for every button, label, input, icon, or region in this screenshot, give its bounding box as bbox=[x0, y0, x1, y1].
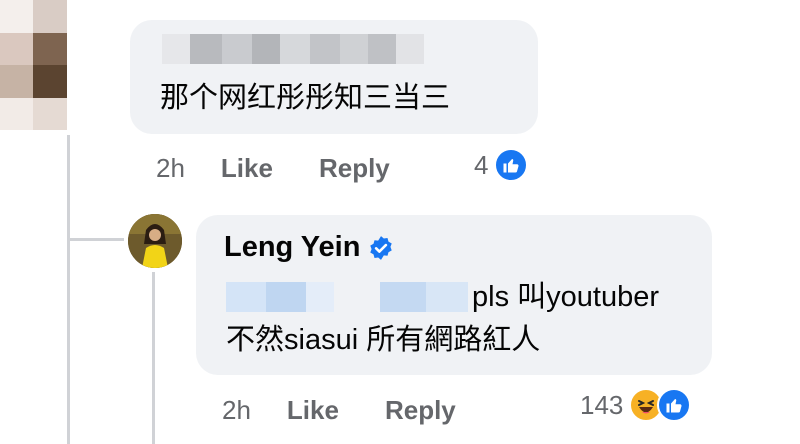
reply-thread-line bbox=[152, 272, 155, 444]
reply-bubble: Leng Yein pls 叫youtuber 不然siasui 所有網路紅人 bbox=[196, 215, 712, 375]
commenter-avatar[interactable] bbox=[0, 0, 100, 130]
reply-connector-line bbox=[70, 238, 124, 241]
redacted-mention[interactable] bbox=[226, 282, 468, 312]
comment-reactions[interactable]: 4 bbox=[474, 148, 529, 182]
reply-reactions[interactable]: 143 bbox=[580, 388, 692, 422]
comment-actions: 2h Like Reply bbox=[156, 150, 390, 186]
like-icon bbox=[657, 388, 692, 422]
reply-text: pls 叫youtuber bbox=[472, 281, 659, 313]
reply-author-name[interactable]: Leng Yein bbox=[224, 231, 360, 264]
reply-text-line1: pls 叫youtuber bbox=[226, 279, 659, 315]
verified-badge-icon bbox=[370, 235, 393, 260]
reply-text-line2: 不然siasui 所有網路紅人 bbox=[226, 324, 541, 356]
like-icon bbox=[494, 148, 529, 182]
reply-actions: 2h Like Reply bbox=[222, 390, 456, 430]
comment-like-button[interactable]: Like bbox=[221, 153, 273, 184]
comment-text: 那个网红彤彤知三当三 bbox=[160, 82, 451, 114]
comment-bubble: 那个网红彤彤知三当三 bbox=[130, 20, 538, 134]
reply-timestamp[interactable]: 2h bbox=[222, 395, 251, 426]
thread-connector-line bbox=[67, 135, 70, 444]
reply-like-button[interactable]: Like bbox=[287, 395, 339, 426]
reply-reply-button[interactable]: Reply bbox=[385, 395, 456, 426]
reply-reaction-count: 143 bbox=[580, 389, 624, 420]
reply-author-row: Leng Yein bbox=[224, 231, 394, 264]
comment-reaction-count: 4 bbox=[474, 149, 489, 180]
comment-timestamp[interactable]: 2h bbox=[156, 153, 185, 184]
redacted-commenter-name[interactable] bbox=[162, 34, 424, 64]
reply-author-avatar[interactable] bbox=[128, 214, 182, 268]
comment-reply-button[interactable]: Reply bbox=[319, 153, 390, 184]
